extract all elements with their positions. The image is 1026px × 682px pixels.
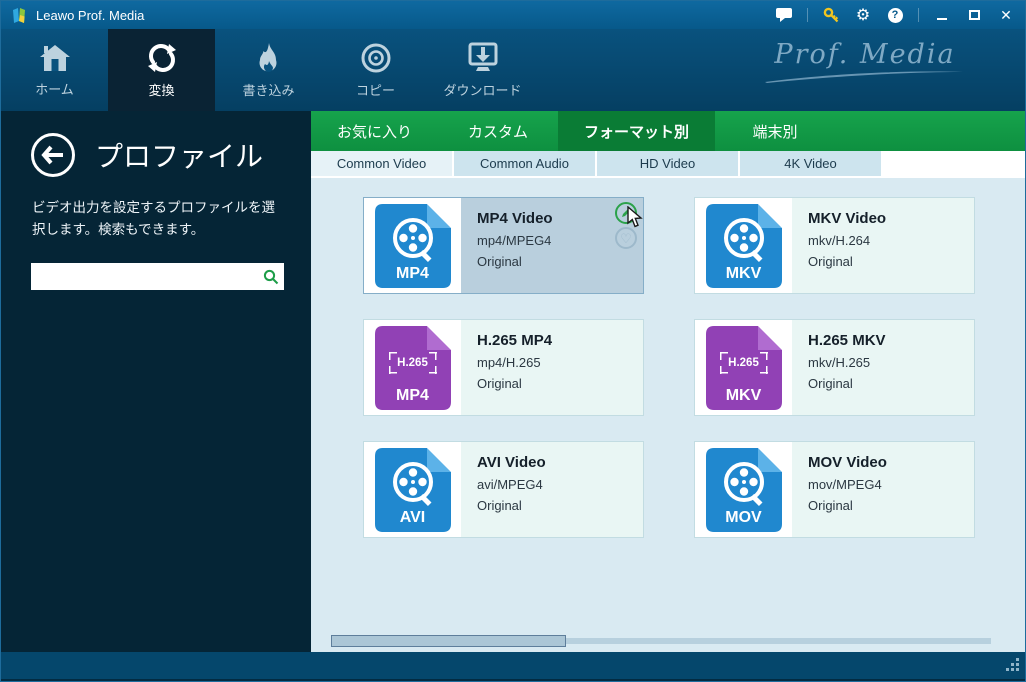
card-quality: Original bbox=[808, 498, 974, 513]
feedback-bubble-icon[interactable] bbox=[775, 6, 793, 24]
mkv-file-icon: MKV bbox=[706, 204, 782, 288]
format-badge: MOV bbox=[706, 509, 782, 527]
horizontal-scrollbar-thumb[interactable] bbox=[331, 635, 566, 647]
card-quality: Original bbox=[477, 254, 643, 269]
format-card-h265-mkv[interactable]: H.265 MKV H.265 MKV mkv/H.265 Original bbox=[694, 319, 975, 416]
nav-item-burn[interactable]: 書き込み bbox=[215, 29, 322, 111]
search-icon[interactable] bbox=[258, 269, 284, 285]
subtab-common-audio[interactable]: Common Audio bbox=[454, 151, 597, 176]
format-sub-tabs: Common Video Common Audio HD Video 4K Vi… bbox=[311, 151, 1026, 178]
subtab-4k-video[interactable]: 4K Video bbox=[740, 151, 883, 176]
titlebar-separator bbox=[918, 8, 919, 22]
avi-file-icon: AVI bbox=[375, 448, 451, 532]
profile-search bbox=[31, 263, 284, 290]
card-quality: Original bbox=[477, 498, 643, 513]
main-nav: ホーム 変換 書き込み コピー bbox=[1, 29, 1025, 111]
nav-item-convert[interactable]: 変換 bbox=[108, 29, 215, 111]
card-format: mkv/H.264 bbox=[808, 233, 974, 248]
sidebar-title: プロファイル bbox=[95, 135, 263, 175]
h265-mp4-file-icon: H.265 MP4 bbox=[375, 326, 451, 410]
back-button[interactable] bbox=[31, 133, 75, 177]
app-logo-icon bbox=[11, 7, 28, 24]
status-bar bbox=[1, 652, 1025, 682]
format-badge: AVI bbox=[375, 509, 451, 527]
format-card-mp4-video[interactable]: MP4 MP4 Video mp4/MPEG4 Original ♡ bbox=[363, 197, 644, 294]
subtab-filler bbox=[883, 151, 1026, 176]
back-arrow-icon bbox=[41, 145, 65, 165]
card-quality: Original bbox=[808, 254, 974, 269]
nav-label: 書き込み bbox=[242, 80, 294, 99]
tab-by-device[interactable]: 端末別 bbox=[715, 111, 835, 151]
subtab-hd-video[interactable]: HD Video bbox=[597, 151, 740, 176]
nav-label: コピー bbox=[356, 80, 395, 99]
format-category-tabs: お気に入り カスタム フォーマット別 端末別 bbox=[311, 111, 1026, 151]
nav-label: ホーム bbox=[35, 79, 74, 98]
h265-mkv-file-icon: H.265 MKV bbox=[706, 326, 782, 410]
home-icon bbox=[38, 43, 72, 73]
maximize-button[interactable] bbox=[965, 6, 983, 24]
brand-text: Prof. Media bbox=[765, 39, 965, 70]
subtab-common-video[interactable]: Common Video bbox=[311, 151, 454, 176]
mp4-file-icon: MP4 bbox=[375, 204, 451, 288]
brand-swoosh bbox=[765, 66, 965, 84]
titlebar: Leawo Prof. Media ⚙ ? ✕ bbox=[1, 1, 1025, 29]
tab-favorites[interactable]: お気に入り bbox=[311, 111, 438, 151]
brand-logo: Prof. Media bbox=[765, 39, 965, 84]
tab-by-format[interactable]: フォーマット別 bbox=[558, 111, 715, 151]
help-icon[interactable]: ? bbox=[886, 6, 904, 24]
card-format: avi/MPEG4 bbox=[477, 477, 643, 492]
format-badge: MKV bbox=[706, 387, 782, 405]
format-card-avi-video[interactable]: AVI AVI Video avi/MPEG4 Original bbox=[363, 441, 644, 538]
copy-disc-icon bbox=[360, 42, 392, 74]
settings-gear-icon[interactable]: ⚙ bbox=[854, 6, 872, 24]
titlebar-separator bbox=[807, 8, 808, 22]
close-button[interactable]: ✕ bbox=[997, 6, 1015, 24]
nav-label: ダウンロード bbox=[443, 80, 521, 99]
mov-file-icon: MOV bbox=[706, 448, 782, 532]
format-card-mkv-video[interactable]: MKV MKV Video mkv/H.264 Original bbox=[694, 197, 975, 294]
card-quality: Original bbox=[808, 376, 974, 391]
nav-item-home[interactable]: ホーム bbox=[1, 29, 108, 111]
card-title: MOV Video bbox=[808, 454, 974, 471]
window-title: Leawo Prof. Media bbox=[36, 8, 144, 23]
minimize-button[interactable] bbox=[933, 6, 951, 24]
card-format: mp4/H.265 bbox=[477, 355, 643, 370]
card-format: mov/MPEG4 bbox=[808, 477, 974, 492]
app-window: Leawo Prof. Media ⚙ ? ✕ ホーム bbox=[0, 0, 1026, 682]
format-badge: MP4 bbox=[375, 265, 451, 283]
burn-flame-icon bbox=[253, 42, 285, 74]
register-key-icon[interactable] bbox=[822, 6, 840, 24]
convert-icon bbox=[145, 42, 179, 74]
card-title: H.265 MP4 bbox=[477, 332, 643, 349]
format-card-h265-mp4[interactable]: H.265 MP4 H.265 MP4 mp4/H.265 Original bbox=[363, 319, 644, 416]
tab-custom[interactable]: カスタム bbox=[438, 111, 558, 151]
sidebar-description: ビデオ出力を設定するプロファイルを選択します。検索もできます。 bbox=[32, 197, 284, 242]
card-title: H.265 MKV bbox=[808, 332, 974, 349]
card-title: MKV Video bbox=[808, 210, 974, 227]
format-badge: MKV bbox=[706, 265, 782, 283]
codec-label: H.265 bbox=[389, 352, 437, 374]
nav-item-download[interactable]: ダウンロード bbox=[429, 29, 536, 111]
favorite-heart-icon[interactable]: ♡ bbox=[615, 227, 637, 249]
card-title: AVI Video bbox=[477, 454, 643, 471]
nav-item-copy[interactable]: コピー bbox=[322, 29, 429, 111]
format-grid: MP4 MP4 Video mp4/MPEG4 Original ♡ bbox=[311, 178, 1026, 652]
search-input[interactable] bbox=[31, 263, 258, 290]
download-icon bbox=[466, 42, 500, 74]
format-badge: MP4 bbox=[375, 387, 451, 405]
format-card-mov-video[interactable]: MOV MOV Video mov/MPEG4 Original bbox=[694, 441, 975, 538]
profile-sidebar: プロファイル ビデオ出力を設定するプロファイルを選択します。検索もできます。 bbox=[1, 111, 311, 652]
resize-grip[interactable] bbox=[1006, 658, 1020, 672]
card-quality: Original bbox=[477, 376, 643, 391]
nav-label: 変換 bbox=[148, 80, 174, 99]
codec-label: H.265 bbox=[720, 352, 768, 374]
card-format: mkv/H.265 bbox=[808, 355, 974, 370]
edit-profile-icon[interactable] bbox=[615, 202, 637, 224]
